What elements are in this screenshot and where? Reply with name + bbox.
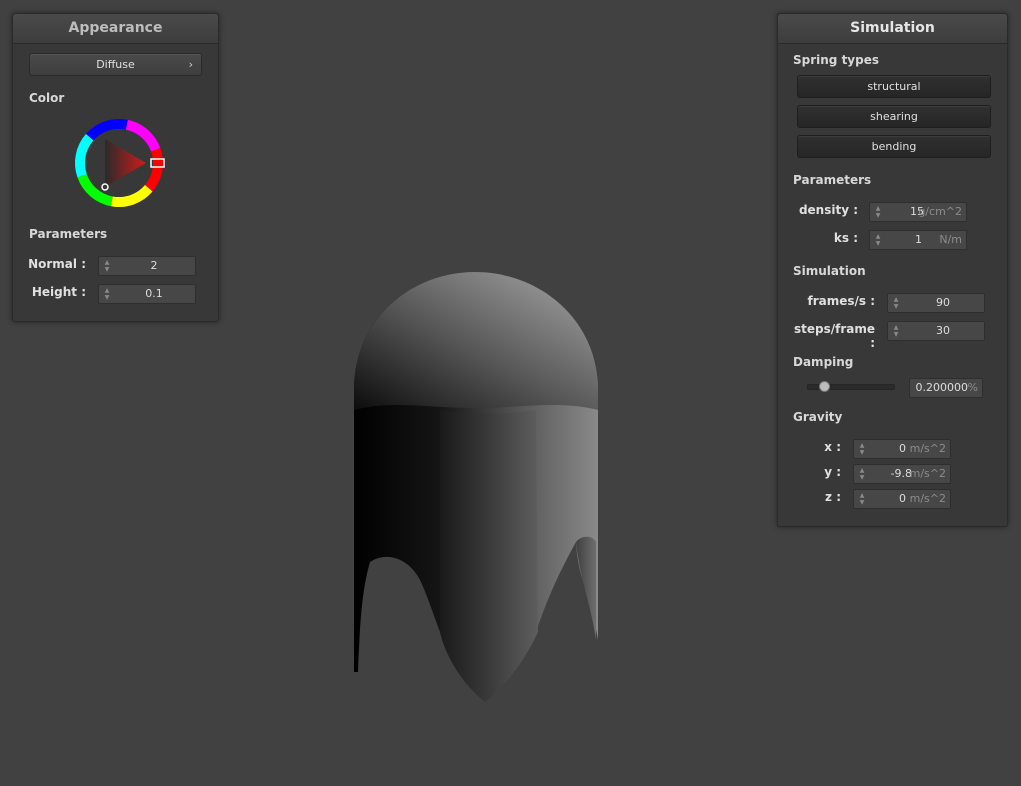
spinner-icon[interactable]: ▲ ▼ bbox=[874, 205, 882, 219]
fps-field[interactable]: ▲ ▼ 90 bbox=[887, 293, 985, 313]
spring-types-label: Spring types bbox=[793, 53, 880, 67]
simulation-section-label: Simulation bbox=[793, 264, 866, 278]
steps-field[interactable]: ▲ ▼ 30 bbox=[887, 321, 985, 341]
damping-slider-handle[interactable] bbox=[819, 381, 831, 392]
height-label: Height : bbox=[31, 285, 86, 299]
chevron-right-icon: › bbox=[188, 58, 193, 71]
density-field[interactable]: ▲ ▼ 15 g/cm^2 bbox=[869, 202, 967, 222]
ks-value: 1 bbox=[915, 233, 922, 246]
spinner-icon[interactable]: ▲ ▼ bbox=[858, 492, 866, 506]
spring-structural-button[interactable]: structural bbox=[797, 75, 991, 98]
gravity-z-value: 0 bbox=[899, 492, 906, 505]
appearance-panel: Appearance Diffuse › Color Parameters No… bbox=[12, 13, 219, 322]
spinner-icon[interactable]: ▲ ▼ bbox=[858, 467, 866, 481]
fps-value: 90 bbox=[936, 296, 950, 309]
gravity-label: Gravity bbox=[793, 410, 843, 424]
shader-dropdown[interactable]: Diffuse › bbox=[29, 53, 202, 76]
density-unit: g/cm^2 bbox=[918, 205, 962, 218]
spring-shearing-button[interactable]: shearing bbox=[797, 105, 991, 128]
steps-value: 30 bbox=[936, 324, 950, 337]
gravity-y-unit: m/s^2 bbox=[909, 467, 946, 480]
damping-label: Damping bbox=[793, 355, 854, 369]
gravity-y-label: y : bbox=[824, 465, 841, 479]
normal-field[interactable]: ▲ ▼ 2 bbox=[98, 256, 196, 276]
gravity-y-field[interactable]: ▲ ▼ -9.8 m/s^2 bbox=[853, 464, 951, 484]
spinner-icon[interactable]: ▲ ▼ bbox=[103, 259, 111, 273]
spinner-icon[interactable]: ▲ ▼ bbox=[103, 287, 111, 301]
ks-label: ks : bbox=[833, 231, 858, 245]
height-field[interactable]: ▲ ▼ 0.1 bbox=[98, 284, 196, 304]
cloth-mesh bbox=[354, 272, 598, 702]
gravity-z-field[interactable]: ▲ ▼ 0 m/s^2 bbox=[853, 489, 951, 509]
color-wheel-icon[interactable] bbox=[72, 117, 168, 213]
color-section-label: Color bbox=[29, 91, 65, 105]
sim-params-label: Parameters bbox=[793, 173, 872, 187]
density-label: density : bbox=[798, 203, 858, 217]
appearance-title: Appearance bbox=[13, 14, 218, 44]
normal-value: 2 bbox=[150, 259, 158, 272]
appearance-params-label: Parameters bbox=[29, 227, 108, 241]
fps-label: frames/s : bbox=[807, 294, 875, 308]
ks-field[interactable]: ▲ ▼ 1 N/m bbox=[869, 230, 967, 250]
spinner-icon[interactable]: ▲ ▼ bbox=[858, 442, 866, 456]
gravity-z-label: z : bbox=[825, 490, 841, 504]
shader-label: Diffuse bbox=[96, 58, 135, 71]
gravity-x-value: 0 bbox=[899, 442, 906, 455]
spinner-icon[interactable]: ▲ ▼ bbox=[874, 233, 882, 247]
gravity-z-unit: m/s^2 bbox=[909, 492, 946, 505]
gravity-x-field[interactable]: ▲ ▼ 0 m/s^2 bbox=[853, 439, 951, 459]
damping-field[interactable]: 0.200000 % bbox=[909, 378, 983, 398]
spring-bending-button[interactable]: bending bbox=[797, 135, 991, 158]
simulation-title: Simulation bbox=[778, 14, 1007, 44]
gravity-x-label: x : bbox=[824, 440, 841, 454]
steps-label: steps/frame : bbox=[793, 322, 875, 350]
gravity-x-unit: m/s^2 bbox=[909, 442, 946, 455]
damping-value: 0.200000 bbox=[915, 381, 969, 394]
spinner-icon[interactable]: ▲ ▼ bbox=[892, 324, 900, 338]
normal-label: Normal : bbox=[28, 257, 86, 271]
height-value: 0.1 bbox=[145, 287, 163, 300]
simulation-panel: Simulation Spring types structural shear… bbox=[777, 13, 1008, 527]
ks-unit: N/m bbox=[939, 233, 962, 246]
damping-unit: % bbox=[967, 381, 978, 394]
spinner-icon[interactable]: ▲ ▼ bbox=[892, 296, 900, 310]
